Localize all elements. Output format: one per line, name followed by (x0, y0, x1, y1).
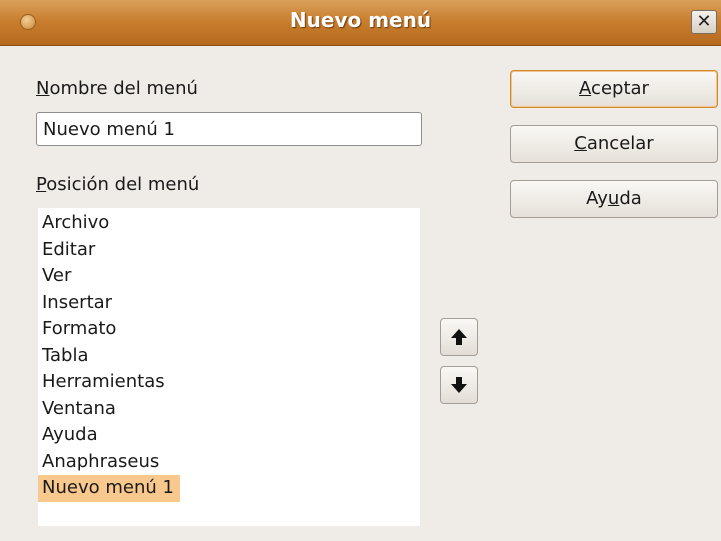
help-button[interactable]: Ayuda (510, 180, 718, 218)
list-item[interactable]: Insertar (38, 290, 420, 317)
list-item[interactable]: Herramientas (38, 369, 420, 396)
move-up-button[interactable] (440, 318, 478, 356)
cancel-button[interactable]: Cancelar (510, 125, 718, 163)
menu-name-label: Nombre del menú (36, 78, 198, 99)
list-item[interactable]: Anaphraseus (38, 449, 420, 476)
list-item[interactable]: Ayuda (38, 422, 420, 449)
list-item[interactable]: Tabla (38, 343, 420, 370)
list-item-selected[interactable]: Nuevo menú 1 (38, 475, 180, 502)
window-title: Nuevo menú (289, 8, 432, 32)
close-button[interactable]: ✕ (691, 10, 717, 34)
list-item[interactable]: Editar (38, 237, 420, 264)
accept-button[interactable]: Aceptar (510, 70, 718, 108)
arrow-down-icon (451, 377, 467, 393)
list-item[interactable]: Ver (38, 263, 420, 290)
title-bar: Nuevo menú ✕ (0, 0, 721, 46)
move-down-button[interactable] (440, 366, 478, 404)
menu-position-label: Posición del menú (36, 174, 200, 195)
menu-position-list[interactable]: Archivo Editar Ver Insertar Formato Tabl… (38, 208, 420, 526)
list-item[interactable]: Ventana (38, 396, 420, 423)
list-item-wrapper: Nuevo menú 1 (38, 475, 420, 502)
list-item[interactable]: Formato (38, 316, 420, 343)
arrow-up-icon (451, 329, 467, 345)
list-item[interactable]: Archivo (38, 210, 420, 237)
menu-name-input[interactable] (36, 112, 422, 146)
